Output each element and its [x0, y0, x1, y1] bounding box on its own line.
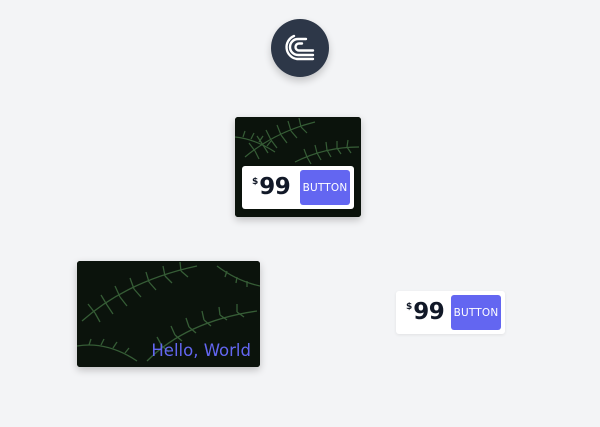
- hero-caption: Hello, World: [151, 341, 251, 360]
- product-card: $ 99 BUTTON: [235, 117, 361, 217]
- hero-card: Hello, World: [77, 261, 260, 367]
- swirl-logo-icon: [285, 34, 315, 61]
- currency-symbol: $: [406, 302, 413, 312]
- price-widget: $ 99 BUTTON: [242, 166, 354, 209]
- price-widget-standalone: $ 99 BUTTON: [396, 291, 505, 334]
- price-amount: 99: [413, 299, 445, 325]
- buy-button[interactable]: BUTTON: [300, 170, 350, 205]
- buy-button[interactable]: BUTTON: [451, 295, 501, 330]
- price: $ 99: [406, 299, 445, 325]
- price-amount: 99: [259, 174, 291, 200]
- app-logo[interactable]: [271, 19, 329, 77]
- price: $ 99: [252, 174, 291, 200]
- currency-symbol: $: [252, 177, 259, 187]
